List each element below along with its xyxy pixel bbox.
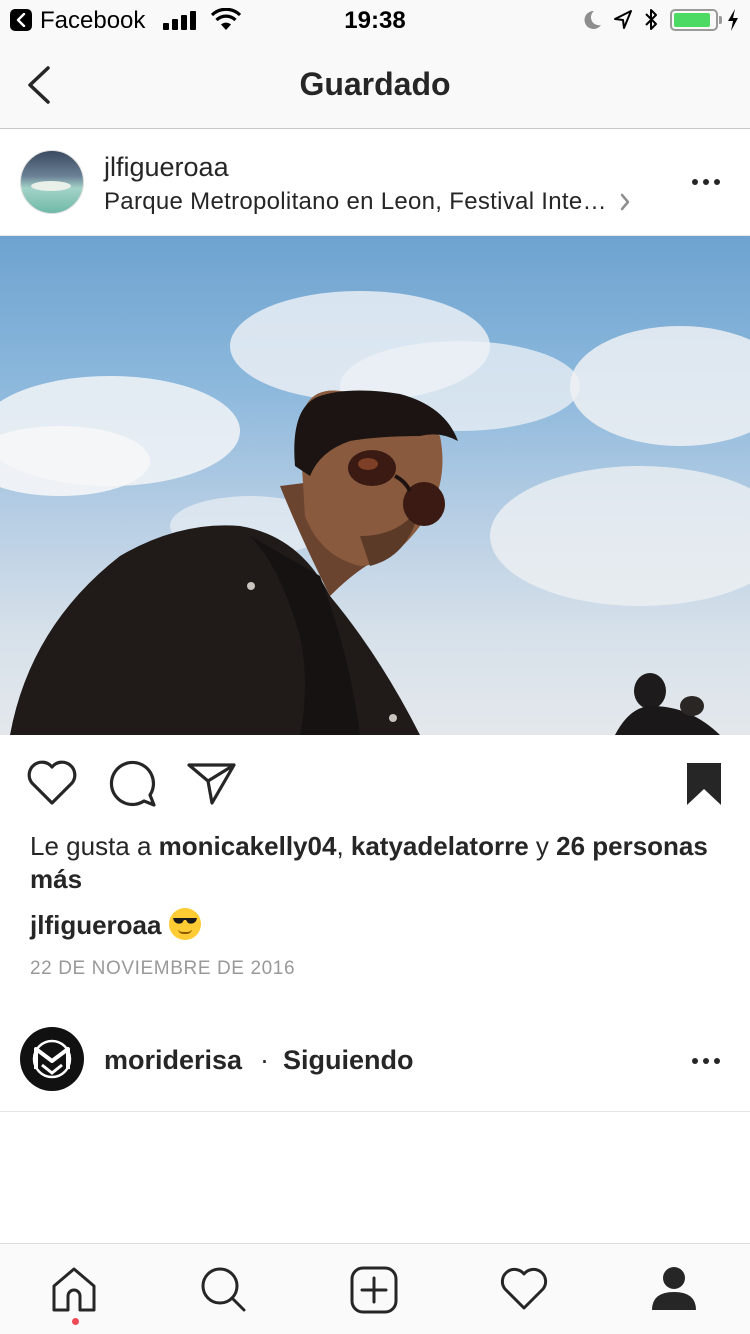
notification-dot: [72, 1318, 79, 1325]
activity-icon: [500, 1267, 548, 1310]
page-title: Guardado: [299, 66, 451, 102]
search-icon: [201, 1267, 246, 1312]
post-username[interactable]: jlfigueroaa: [104, 152, 229, 183]
comment-icon: [109, 760, 156, 807]
avatar[interactable]: [20, 150, 84, 214]
post-photo[interactable]: [0, 236, 750, 735]
sunglasses-emoji-icon: [169, 908, 202, 940]
battery-tip: [719, 16, 722, 24]
clock: 19:38: [344, 7, 406, 34]
tab-home[interactable]: [44, 1264, 104, 1314]
logo-icon: [32, 1039, 72, 1079]
liker-username-1[interactable]: monicakelly04: [159, 831, 337, 861]
likes-and: y: [528, 831, 557, 861]
post-actions: [0, 735, 750, 835]
tab-search[interactable]: [194, 1264, 254, 1314]
bookmark-icon: [687, 763, 721, 805]
post-location[interactable]: Parque Metropolitano en Leon, Festival I…: [104, 188, 610, 216]
separator-dot: ·: [260, 1045, 269, 1075]
profile-icon: [652, 1267, 696, 1310]
nav-bar: Guardado: [0, 40, 750, 129]
comment-button[interactable]: [106, 759, 158, 814]
battery-icon: [670, 9, 718, 31]
likes-prefix: Le gusta a: [30, 831, 159, 861]
battery-level: [674, 13, 710, 27]
tab-bar: [0, 1243, 750, 1334]
post-header: jlfigueroaa Parque Metropolitano en Leon…: [0, 130, 750, 236]
next-post-username[interactable]: moriderisa: [104, 1045, 242, 1076]
bluetooth-icon: [645, 9, 657, 30]
more-options-button[interactable]: [686, 1049, 726, 1073]
share-icon: [187, 763, 236, 805]
chevron-right-icon: [620, 193, 630, 211]
post-date: 22 DE NOVIEMBRE DE 2016: [30, 958, 296, 979]
tab-profile[interactable]: [644, 1264, 704, 1314]
tab-activity[interactable]: [494, 1264, 554, 1314]
caption-username[interactable]: jlfigueroaa: [30, 910, 161, 940]
more-options-button[interactable]: [686, 170, 726, 194]
liker-username-2[interactable]: katyadelatorre: [351, 831, 529, 861]
heart-icon: [27, 760, 77, 805]
avatar[interactable]: [20, 1027, 84, 1091]
share-button[interactable]: [186, 759, 238, 812]
add-icon: [350, 1266, 398, 1314]
like-button[interactable]: [26, 759, 78, 812]
charging-icon: [728, 9, 738, 31]
home-icon: [52, 1267, 96, 1312]
likes-separator: ,: [336, 831, 351, 861]
status-bar: Facebook 19:38: [0, 0, 750, 40]
tab-add[interactable]: [344, 1264, 404, 1314]
following-status[interactable]: Siguiendo: [283, 1045, 414, 1076]
photo-illustration: [0, 291, 750, 735]
next-post-header: moriderisa · Siguiendo: [0, 1005, 750, 1112]
moon-icon: [584, 10, 601, 29]
location-arrow-icon: [614, 10, 632, 29]
post-caption: jlfigueroaa: [30, 908, 202, 941]
save-button[interactable]: [684, 761, 724, 812]
likes-summary[interactable]: Le gusta a monicakelly04, katyadelatorre…: [30, 830, 720, 896]
avatar-image-detail: [31, 181, 71, 191]
